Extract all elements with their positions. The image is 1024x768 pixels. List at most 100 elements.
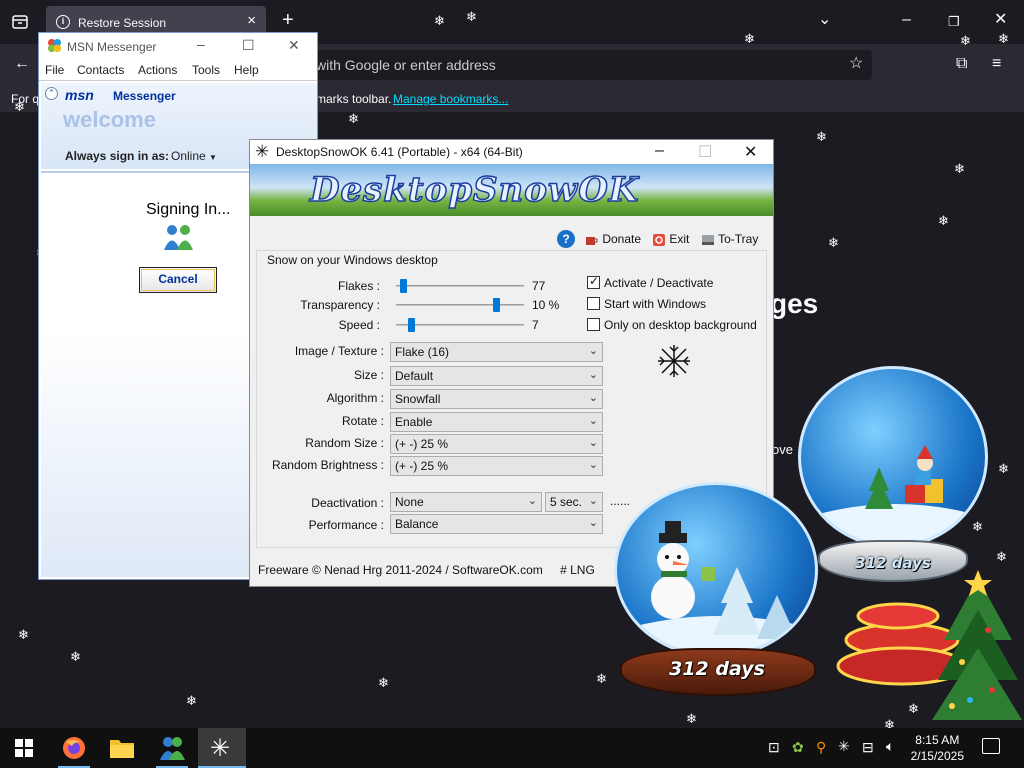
msn-title-bar[interactable]: MSN Messenger – ☐ ✕ [39,33,317,59]
globe-glass [614,482,818,658]
tray-clock[interactable]: 8:15 AM 2/15/2025 [911,732,964,764]
start-with-windows-checkbox[interactable]: Start with Windows [587,297,706,311]
checkbox-box [587,318,600,331]
activate-label: Activate / Deactivate [604,276,714,290]
page-heading-partial: ges [770,288,819,319]
flakes-slider[interactable] [396,279,524,293]
msn-brand: msn [65,87,94,103]
random-size-dropdown[interactable]: (+ -) 25 % ⌄ [390,434,603,454]
taskbar-firefox[interactable] [50,728,98,768]
menu-icon[interactable]: ≡ [992,56,1001,72]
activate-checkbox[interactable]: Activate / Deactivate [587,274,714,290]
buddies-icon [164,225,193,250]
flakes-label: Flakes : [337,279,380,293]
exit-button[interactable]: Exit [652,232,689,247]
size-dropdown[interactable]: Default ⌄ [390,366,603,386]
tray-icon [702,234,714,245]
checkbox-box [587,274,600,289]
performance-dropdown[interactable]: Balance ⌄ [390,514,603,534]
flake-preview-icon [658,345,690,377]
msn-minimize-icon[interactable]: – [197,36,205,52]
slider-thumb[interactable] [408,318,415,332]
desktopsnowok-icon: ✳ [210,735,231,762]
clock-date: 2/15/2025 [910,749,964,763]
image-texture-label: Image / Texture : [294,344,384,358]
slider-thumb[interactable] [493,298,500,312]
extensions-icon[interactable]: ⧉ [956,56,967,72]
cancel-button[interactable]: Cancel [139,267,217,293]
list-tabs-chevron-icon[interactable]: ⌄ [818,12,831,28]
front-globe-days: 312 days [669,658,765,680]
msn-close-icon[interactable]: ✕ [288,37,300,54]
url-bar[interactable]: with Google or enter address [300,50,872,80]
clock-time: 8:15 AM [915,733,960,747]
firefox-icon [63,737,85,759]
snowflake-app-icon: ✳ [255,142,270,161]
tray-flower-icon[interactable]: ✿ [792,739,804,756]
new-tab-icon[interactable]: + [282,10,294,30]
msn-window-title: MSN Messenger [67,40,157,54]
random-brightness-dropdown[interactable]: (+ -) 25 % ⌄ [390,456,603,476]
help-button[interactable]: ? [557,230,575,248]
msn-maximize-icon[interactable]: ☐ [242,37,255,54]
slider-thumb[interactable] [400,279,407,293]
to-tray-label: To-Tray [718,232,759,246]
dso-minimize-icon[interactable]: – [655,142,664,160]
bookmark-star-icon[interactable]: ☆ [849,56,863,72]
transparency-slider[interactable] [396,298,524,312]
dso-close-icon[interactable]: ✕ [744,142,757,162]
algorithm-label: Algorithm : [326,391,384,405]
back-icon[interactable]: ← [14,56,30,72]
tray-app-icon[interactable]: ⊡ [768,739,780,756]
donate-label: Donate [602,232,642,246]
taskbar-desktopsnowok[interactable]: ✳ [198,728,246,768]
sign-in-status-dropdown[interactable]: Online ▼ [171,149,217,163]
close-tab-icon[interactable]: × [247,12,256,29]
algorithm-dropdown[interactable]: Snowfall ⌄ [390,389,603,409]
image-texture-dropdown[interactable]: Flake (16) ⌄ [390,342,603,362]
dso-window-title: DesktopSnowOK 6.41 (Portable) - x64 (64-… [276,145,523,159]
minimize-icon[interactable]: – [902,12,911,28]
to-tray-button[interactable]: To-Tray [701,232,758,247]
notification-center-icon[interactable] [982,738,1000,754]
welcome-text: welcome [63,107,156,132]
speed-slider[interactable] [396,318,524,332]
help-icon: ? [557,230,575,248]
close-icon[interactable]: ✕ [994,12,1007,28]
language-button[interactable]: # LNG [560,563,595,577]
restore-icon[interactable]: ❐ [948,14,960,30]
exit-icon [653,233,665,246]
signing-in-text: Signing In... [146,201,231,218]
manage-bookmarks-link[interactable]: Manage bookmarks... [393,92,508,106]
menu-tools[interactable]: Tools [192,63,220,77]
menu-file[interactable]: File [45,63,64,77]
deactivation-dropdown[interactable]: None ⌄ [390,492,542,512]
performance-label: Performance : [308,518,384,532]
chevron-down-icon: ⌄ [588,345,598,357]
menu-actions[interactable]: Actions [138,63,177,77]
snow-globe-back[interactable]: 312 days [796,364,992,594]
start-button[interactable] [0,728,48,768]
donate-button[interactable]: Donate [585,232,641,247]
tray-snowflake-icon[interactable]: ✳ [838,738,850,755]
taskbar-file-explorer[interactable] [98,728,146,768]
collapse-icon[interactable]: ⌃ [45,87,58,100]
chevron-down-icon: ⌄ [588,392,598,404]
tray-search-icon[interactable]: ⚲ [816,739,826,756]
speed-value: 7 [532,318,539,332]
bookmarks-hint-prefix: For q [11,92,40,106]
desktop-background-only-label: Only on desktop background [604,318,757,332]
menu-help[interactable]: Help [234,63,259,77]
firefox-view-icon[interactable] [12,14,28,34]
menu-contacts[interactable]: Contacts [77,63,124,77]
rotate-dropdown[interactable]: Enable ⌄ [390,412,603,432]
snow-globe-front[interactable]: 312 days [612,480,824,704]
copyright-text[interactable]: Freeware © Nenad Hrg 2011-2024 / Softwar… [258,563,543,577]
volume-icon[interactable]: 🔈︎ [886,738,894,755]
desktop-background-only-checkbox[interactable]: Only on desktop background [587,318,757,332]
taskbar-msn-messenger[interactable] [148,728,196,768]
deactivation-time-dropdown[interactable]: 5 sec. ⌄ [545,492,603,512]
network-icon[interactable]: ⊟ [862,739,874,756]
dso-title-bar[interactable]: ✳ DesktopSnowOK 6.41 (Portable) - x64 (6… [250,140,773,164]
msn-butterfly-icon [47,38,62,53]
